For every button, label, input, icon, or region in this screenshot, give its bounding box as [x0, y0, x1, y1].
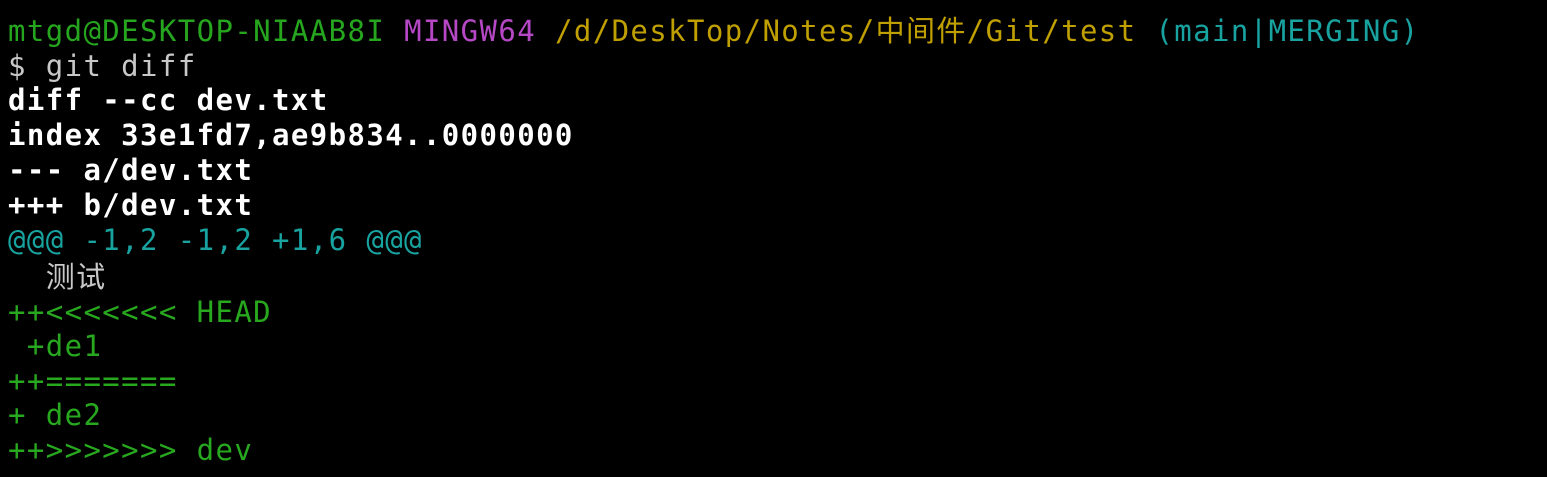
diff-line-ours: +de1 — [8, 329, 103, 363]
command-line: $ git diff — [8, 49, 197, 83]
diff-context-line: 测试 — [8, 260, 107, 294]
prompt-system: MINGW64 — [404, 14, 537, 48]
prompt-branch: (main|MERGING) — [1155, 14, 1420, 48]
diff-header: diff --cc dev.txt — [8, 83, 329, 117]
diff-new-file: +++ b/dev.txt — [8, 188, 254, 222]
prompt-line: mtgd@DESKTOP-NIAAB8I MINGW64 /d/DeskTop/… — [8, 14, 1419, 48]
prompt-user-host: mtgd@DESKTOP-NIAAB8I — [8, 14, 386, 48]
diff-line-conflict-start: ++<<<<<<< HEAD — [8, 295, 273, 329]
diff-index: index 33e1fd7,ae9b834..0000000 — [8, 118, 574, 152]
prompt-path: /d/DeskTop/Notes/中间件/Git/test — [554, 14, 1137, 48]
terminal-window[interactable]: mtgd@DESKTOP-NIAAB8I MINGW64 /d/DeskTop/… — [0, 0, 1547, 477]
diff-line-conflict-end: ++>>>>>>> dev — [8, 433, 254, 467]
diff-line-theirs: + de2 — [8, 398, 103, 432]
diff-hunk-header: @@@ -1,2 -1,2 +1,6 @@@ — [8, 223, 423, 257]
diff-line-conflict-separator: ++======= — [8, 364, 178, 398]
diff-old-file: --- a/dev.txt — [8, 153, 254, 187]
